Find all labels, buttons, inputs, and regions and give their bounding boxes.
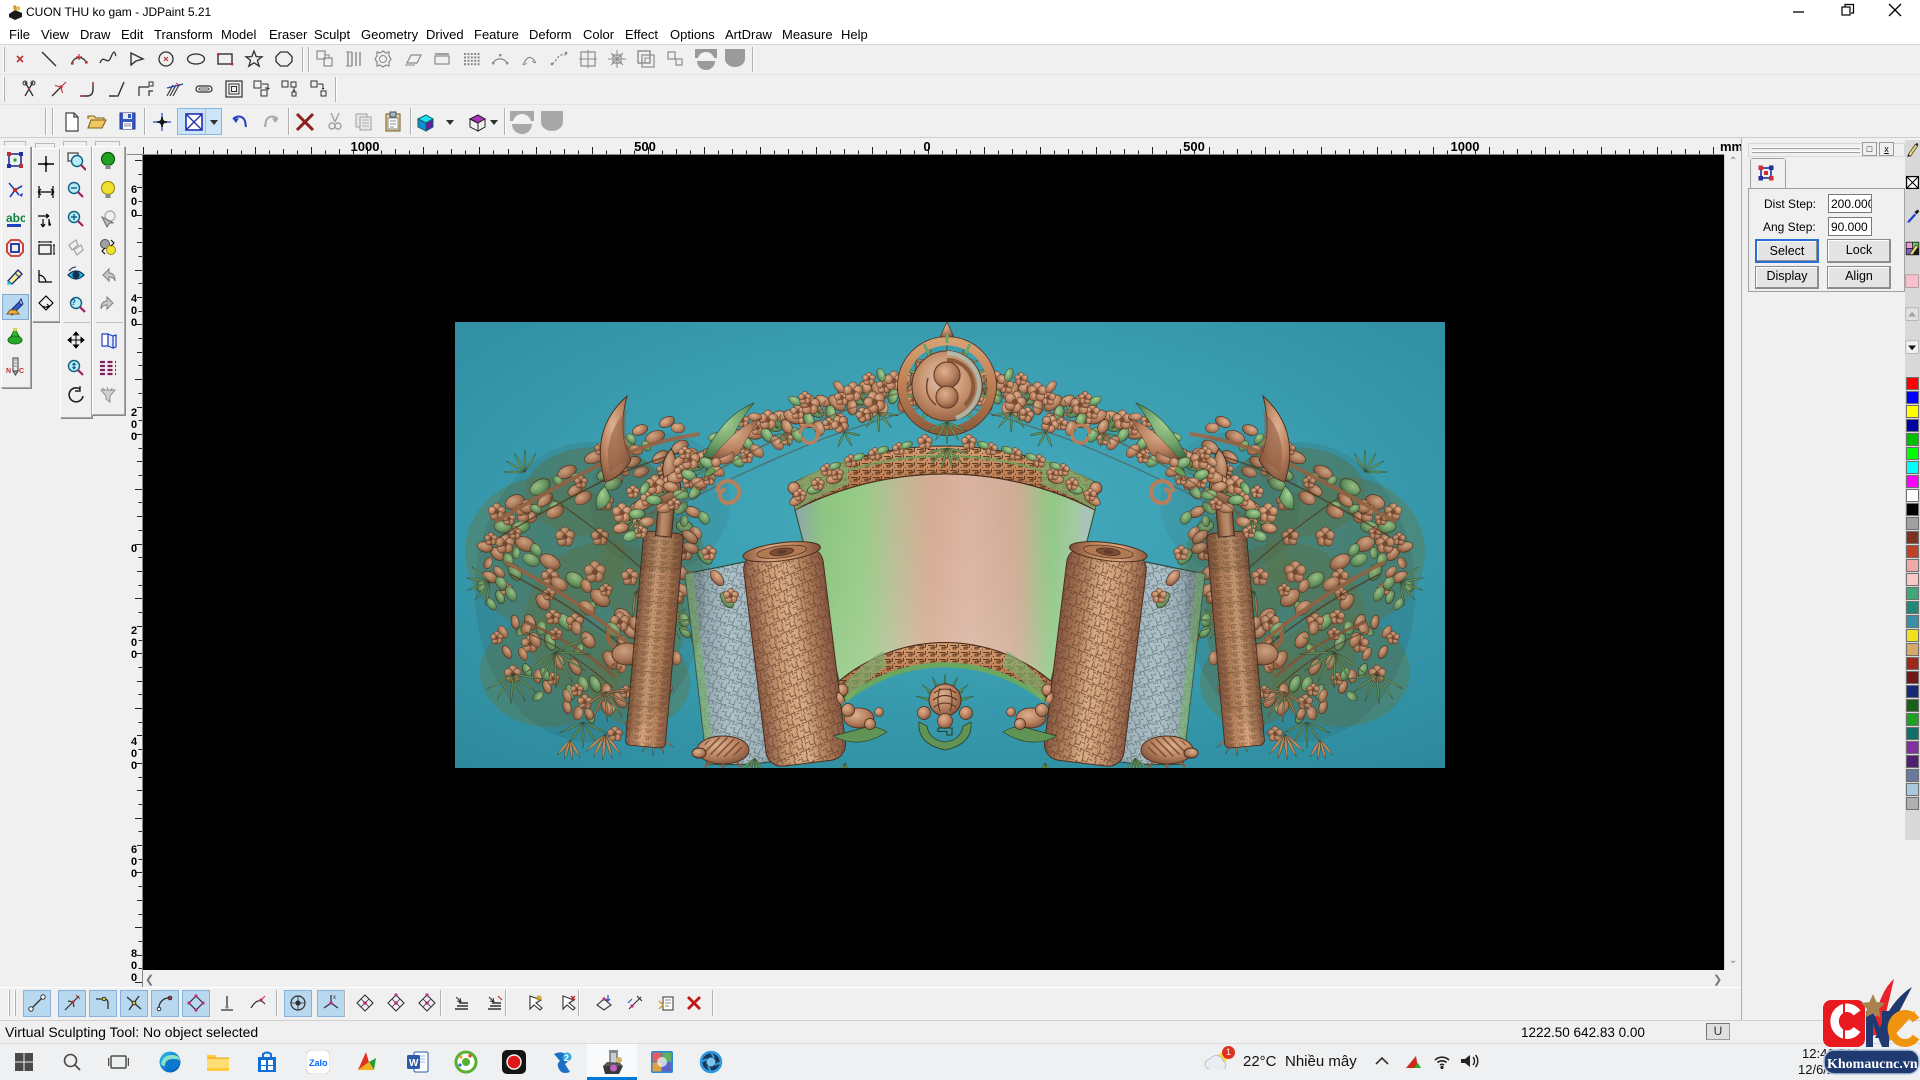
svg-text:x: x [333, 995, 336, 1001]
svg-text:N: N [6, 368, 11, 375]
svg-text:Khomaucnc.vn: Khomaucnc.vn [1827, 1057, 1918, 1072]
svg-text:abc: abc [6, 211, 25, 225]
svg-text:?: ? [71, 298, 76, 307]
svg-text:W: W [409, 1058, 419, 1069]
svg-text:Zalo: Zalo [309, 1058, 328, 1068]
svg-text:C: C [19, 368, 24, 375]
svg-text:2: 2 [564, 1053, 569, 1063]
